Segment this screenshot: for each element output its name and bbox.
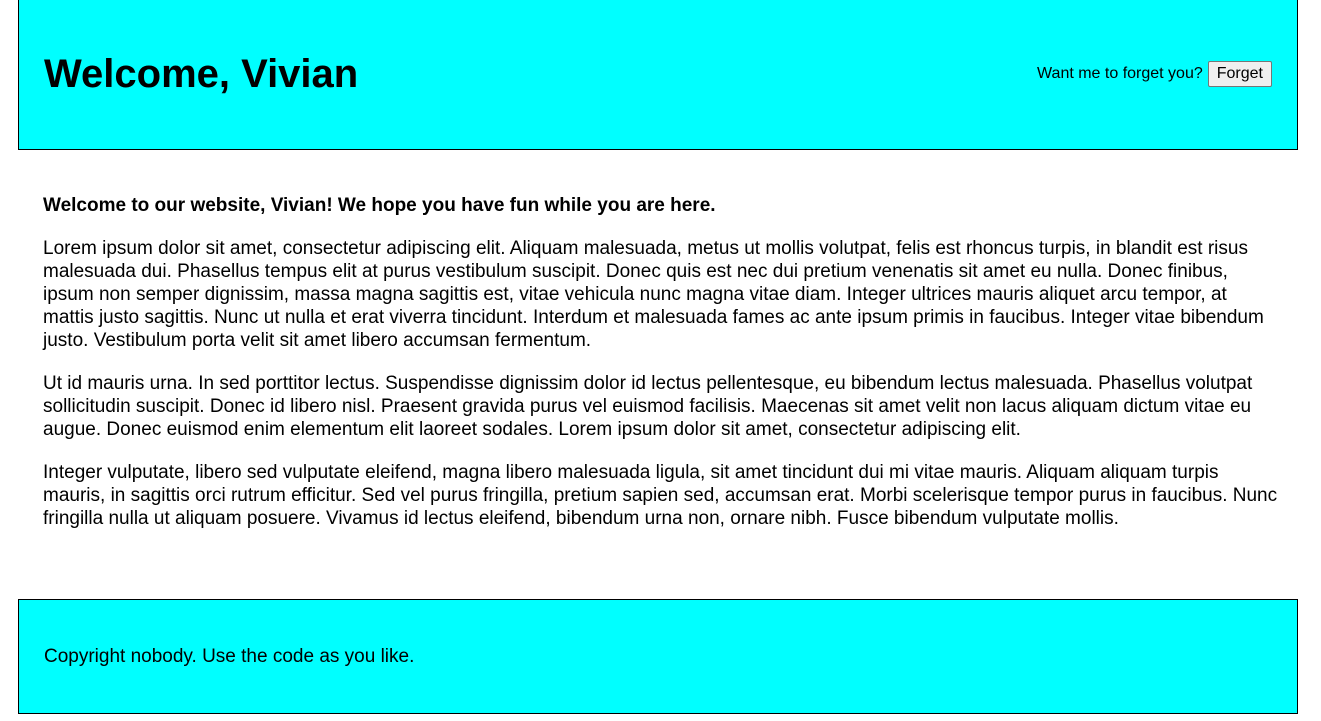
site-header: Welcome, Vivian Want me to forget you? F…: [18, 0, 1298, 150]
welcome-intro: Welcome to our website, Vivian! We hope …: [43, 195, 716, 216]
site-footer: Copyright nobody. Use the code as you li…: [18, 599, 1298, 714]
forget-area: Want me to forget you? Forget: [1037, 61, 1272, 87]
main-content: Welcome to our website, Vivian! We hope …: [43, 194, 1279, 550]
copyright-text: Copyright nobody. Use the code as you li…: [44, 646, 415, 667]
forget-prompt: Want me to forget you?: [1037, 65, 1203, 82]
page-title: Welcome, Vivian: [44, 52, 359, 96]
content-paragraph: Ut id mauris urna. In sed porttitor lect…: [43, 373, 1253, 440]
content-paragraph: Lorem ipsum dolor sit amet, consectetur …: [43, 238, 1264, 351]
content-paragraph: Integer vulputate, libero sed vulputate …: [43, 462, 1278, 529]
forget-button[interactable]: Forget: [1207, 61, 1272, 87]
